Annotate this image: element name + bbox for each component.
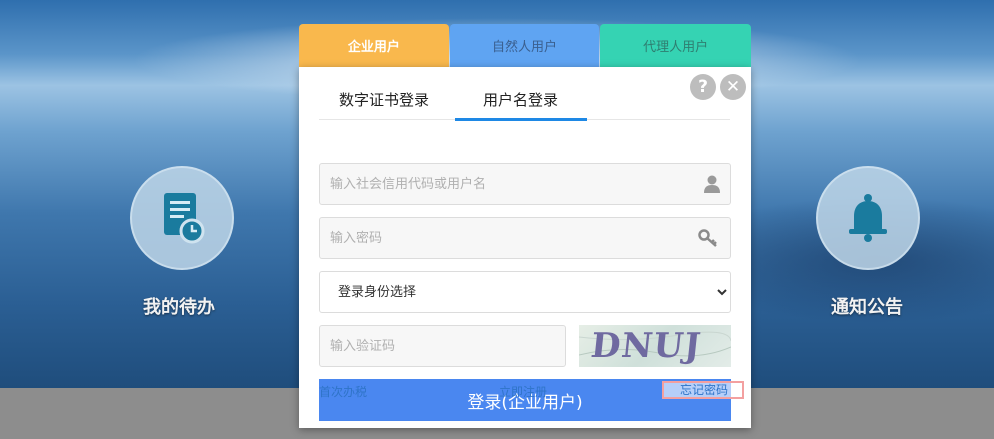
login-modal: 企业用户 自然人用户 代理人用户 数字证书登录 用户名登录 ? ✕ 登录身份选择 [299, 24, 752, 428]
bell-icon [849, 194, 887, 242]
first-time-tax-link[interactable]: 首次办税 [319, 383, 367, 400]
document-clock-icon [164, 193, 205, 244]
tab-agent-user[interactable]: 代理人用户 [600, 24, 752, 67]
todo-label[interactable]: 我的待办 [143, 293, 215, 319]
captcha-image[interactable]: DNUJ [579, 325, 731, 367]
todo-feature[interactable] [130, 166, 234, 270]
captcha-text: DNUJ [588, 326, 704, 366]
login-method-tabs: 数字证书登录 用户名登录 [319, 67, 730, 121]
active-tab-underline [455, 118, 587, 121]
notice-feature[interactable] [816, 166, 920, 270]
login-panel: 数字证书登录 用户名登录 ? ✕ 登录身份选择 DNUJ 登录(企业用户) [299, 67, 751, 428]
register-link[interactable]: 立即注册 [499, 383, 547, 400]
key-icon [698, 229, 717, 247]
tab-natural-person-user[interactable]: 自然人用户 [449, 24, 600, 67]
help-icon[interactable]: ? [690, 74, 716, 100]
role-select[interactable]: 登录身份选择 [319, 271, 731, 313]
username-input[interactable] [319, 163, 731, 205]
user-icon [704, 175, 720, 193]
close-icon[interactable]: ✕ [720, 74, 746, 100]
password-input[interactable] [319, 217, 731, 259]
tab-certificate-login[interactable]: 数字证书登录 [339, 89, 429, 110]
user-type-tabs: 企业用户 自然人用户 代理人用户 [299, 24, 752, 67]
tab-username-login[interactable]: 用户名登录 [483, 89, 558, 110]
notice-label[interactable]: 通知公告 [831, 293, 903, 319]
captcha-input[interactable] [319, 325, 566, 367]
forgot-password-link[interactable]: 忘记密码 [662, 381, 745, 399]
tab-enterprise-user[interactable]: 企业用户 [299, 24, 449, 67]
